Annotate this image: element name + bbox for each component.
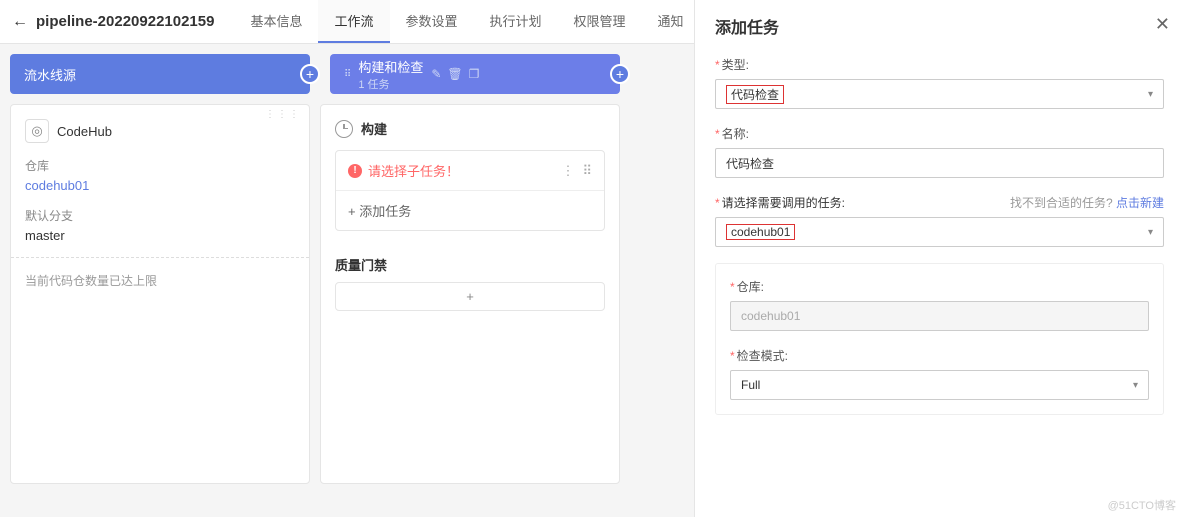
edit-icon[interactable]: ✎ [431,67,441,81]
drag-handle-icon[interactable]: ⠿ [344,72,352,77]
build-card-title: 构建 [361,119,387,138]
add-stage-button[interactable]: + [610,64,630,84]
clock-icon [335,120,353,138]
tab-basic-info[interactable]: 基本信息 [234,0,318,43]
name-label: 名称: [722,127,749,141]
pipeline-name: pipeline-20220922102159 [36,13,214,30]
tab-permissions[interactable]: 权限管理 [558,0,642,43]
mode-value: Full [741,378,760,392]
build-stage-sub: 1 任务 [358,76,423,92]
tab-notify[interactable]: 通知 [642,0,700,43]
task-label: 请选择需要调用的任务: [722,196,845,210]
task-hint: 找不到合适的任务? 点击新建 [1010,194,1164,211]
tab-params[interactable]: 参数设置 [390,0,474,43]
close-icon[interactable]: ✕ [1155,14,1170,35]
warning-icon: ! [348,164,362,178]
job-menu-icon[interactable]: ⋮ [561,163,574,179]
source-provider: CodeHub [57,124,112,139]
task-value: codehub01 [726,224,795,240]
source-card: ⋮⋮⋮ ◎ CodeHub 仓库 codehub01 默认分支 master 当… [10,104,310,484]
sub-repo-input: codehub01 [730,301,1149,331]
gate-title: 质量门禁 [335,255,605,274]
task-select[interactable]: codehub01 ▾ [715,217,1164,247]
build-card: 构建 ! 请选择子任务！ ⋮ ⠿ + 添加任务 质量门禁 + [320,104,620,484]
build-stage-title: 构建和检查 [358,57,423,76]
chevron-down-icon: ▾ [1133,380,1138,391]
repo-limit-msg: 当前代码仓数量已达上限 [25,266,295,289]
panel-title: 添加任务 [715,14,1164,38]
drag-handle-icon[interactable]: ⋮⋮⋮ [265,109,301,120]
create-task-link[interactable]: 点击新建 [1116,196,1164,210]
mode-label: 检查模式: [737,349,788,363]
repo-label: 仓库 [25,157,295,174]
sub-config-block: *仓库: codehub01 *检查模式: Full ▾ [715,263,1164,415]
job-box: ! 请选择子任务！ ⋮ ⠿ + 添加任务 [335,150,605,231]
job-drag-icon[interactable]: ⠿ [582,163,592,179]
job-warning-text: 请选择子任务！ [368,161,459,180]
repo-link[interactable]: codehub01 [25,178,295,193]
type-label: 类型: [722,58,749,72]
branch-value: master [25,228,295,243]
chevron-down-icon: ▾ [1148,89,1153,100]
mode-select[interactable]: Full ▾ [730,370,1149,400]
type-select[interactable]: 代码检查 ▾ [715,79,1164,109]
tabs: 基本信息 工作流 参数设置 执行计划 权限管理 通知 [234,0,699,43]
tab-workflow[interactable]: 工作流 [318,0,389,43]
add-gate-button[interactable]: + [335,282,605,311]
watermark: @51CTO博客 [1108,497,1176,513]
sub-repo-label: 仓库: [737,280,764,294]
copy-icon[interactable]: ❐ [469,67,480,81]
delete-icon[interactable]: 🗑 [447,67,462,81]
source-stage-header[interactable]: 流水线源 + [10,54,310,94]
source-stage-title: 流水线源 [24,65,76,84]
add-stage-button[interactable]: + [300,64,320,84]
name-input[interactable]: 代码检查 [715,148,1164,178]
add-task-button[interactable]: + 添加任务 [336,190,604,230]
back-arrow-icon[interactable]: ← [12,13,28,31]
branch-label: 默认分支 [25,207,295,224]
tab-schedule[interactable]: 执行计划 [474,0,558,43]
build-stage-header[interactable]: ⠿ 构建和检查 1 任务 ✎ 🗑 ❐ + [330,54,620,94]
type-value: 代码检查 [726,85,784,104]
add-task-panel: ✕ 添加任务 *类型: 代码检查 ▾ *名称: 代码检查 *请选择需要调用的任务… [694,0,1184,517]
sub-repo-value: codehub01 [741,309,800,323]
codehub-icon: ◎ [25,119,49,143]
chevron-down-icon: ▾ [1148,227,1153,238]
name-value: 代码检查 [726,155,774,172]
